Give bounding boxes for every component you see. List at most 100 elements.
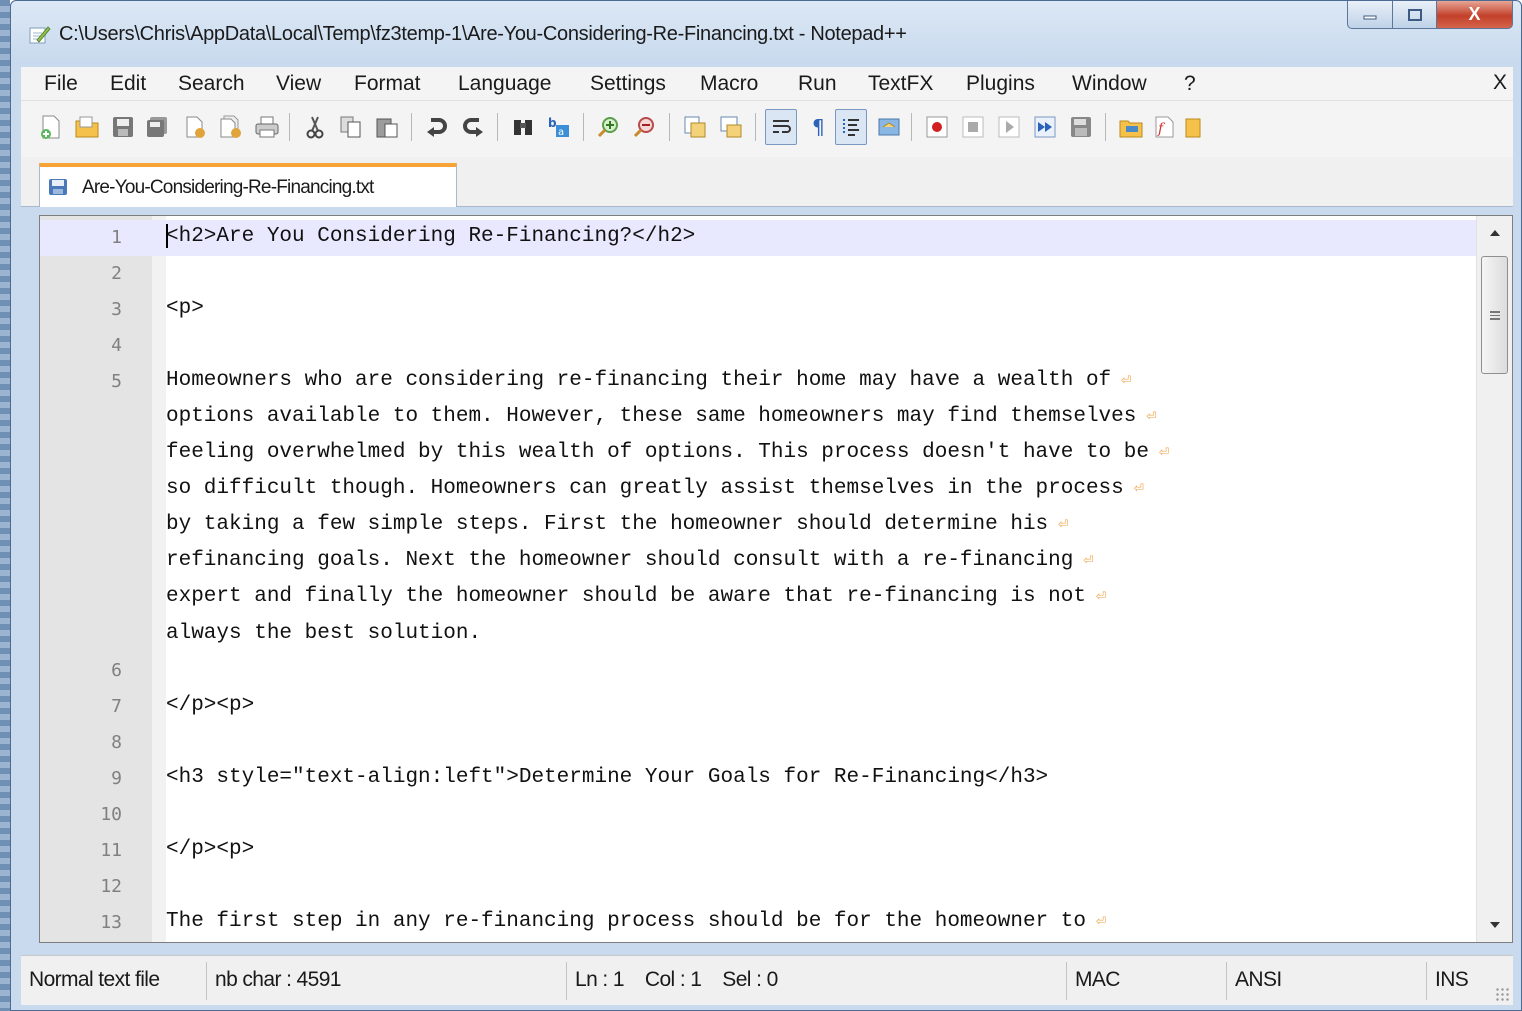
line-number: 6 xyxy=(111,659,122,681)
undo-button[interactable] xyxy=(421,109,453,145)
close-document-button[interactable]: X xyxy=(1493,71,1507,95)
resize-grip-icon[interactable] xyxy=(1495,987,1509,1001)
title-bar[interactable]: C:\Users\Chris\AppData\Local\Temp\fz3tem… xyxy=(11,1,1521,67)
code-line[interactable]: always the best solution. xyxy=(40,617,1476,653)
code-line[interactable]: 11 </p><p> xyxy=(40,833,1476,869)
zoom-out-button[interactable] xyxy=(629,109,661,145)
folder-as-workspace-button[interactable] xyxy=(1115,109,1147,145)
code-line[interactable]: 5 Homeowners who are considering re-finan… xyxy=(40,364,1476,400)
save-all-button[interactable] xyxy=(141,109,173,145)
menu-settings[interactable]: Settings xyxy=(587,71,669,97)
menu-plugins[interactable]: Plugins xyxy=(963,71,1038,97)
pilcrow-icon: ¶ xyxy=(812,116,825,138)
word-wrap-symbol-icon: ⏎ xyxy=(1121,372,1132,392)
line-content: </p><p> xyxy=(166,693,255,717)
more-tools-button[interactable] xyxy=(1183,109,1203,145)
user-defined-language-button[interactable] xyxy=(873,109,905,145)
code-line[interactable]: so difficult though. Homeowners can grea… xyxy=(40,472,1476,508)
menu-language[interactable]: Language xyxy=(455,71,554,97)
menu-run[interactable]: Run xyxy=(795,71,840,97)
window-title: C:\Users\Chris\AppData\Local\Temp\fz3tem… xyxy=(59,23,907,45)
code-line[interactable]: 2 xyxy=(40,256,1476,292)
save-all-icon xyxy=(147,117,167,137)
line-number: 1 xyxy=(111,227,122,248)
word-wrap-symbol-icon: ⏎ xyxy=(1158,444,1170,464)
code-line[interactable]: options available to them. However, thes… xyxy=(40,400,1476,436)
close-all-button[interactable] xyxy=(215,109,247,145)
indent-guide-button[interactable] xyxy=(835,109,867,145)
copy-button[interactable] xyxy=(335,109,367,145)
paste-button[interactable] xyxy=(371,109,403,145)
sync-vertical-scrolling-button[interactable] xyxy=(679,109,711,145)
cut-button[interactable] xyxy=(299,109,331,145)
tab-are-you-considering-re-financing[interactable]: Are-You-Considering-Re-Financing.txt xyxy=(39,163,457,207)
scrollbar-thumb[interactable] xyxy=(1481,256,1508,374)
scissors-icon xyxy=(306,116,324,139)
code-line[interactable]: feeling overwhelmed by this wealth of op… xyxy=(40,436,1476,472)
line-number: 13 xyxy=(100,911,122,933)
run-macro-multiple-times-button[interactable] xyxy=(1029,109,1061,145)
close-file-button[interactable] xyxy=(179,109,211,145)
zoom-in-button[interactable] xyxy=(593,109,625,145)
menu-textfx[interactable]: TextFX xyxy=(865,71,936,97)
code-line[interactable]: by taking a few simple steps. First the … xyxy=(40,508,1476,544)
save-macro-button[interactable] xyxy=(1065,109,1097,145)
code-line[interactable]: 13 The first step in any re-financing pro… xyxy=(40,905,1476,941)
text-editor[interactable]: 1 <h2>Are You Considering Re-Financing?</… xyxy=(39,215,1513,943)
printer-icon xyxy=(255,116,279,138)
line-text: by taking a few simple steps. First the … xyxy=(166,513,1068,536)
code-line[interactable]: 7 </p><p> xyxy=(40,689,1476,725)
code-lines[interactable]: 1 <h2>Are You Considering Re-Financing?</… xyxy=(40,220,1476,941)
playback-macro-button[interactable] xyxy=(993,109,1025,145)
close-window-button[interactable]: X xyxy=(1437,1,1513,29)
svg-text:a: a xyxy=(558,127,564,138)
line-number: 8 xyxy=(111,731,122,753)
close-file-icon xyxy=(186,116,205,138)
menu-file[interactable]: File xyxy=(41,71,81,97)
code-line[interactable]: 12 xyxy=(40,869,1476,905)
vertical-scrollbar[interactable] xyxy=(1476,216,1512,942)
code-line[interactable]: 9 <h3 style="text-align:left">Determine Y… xyxy=(40,761,1476,797)
menu-format[interactable]: Format xyxy=(351,71,424,97)
new-file-button[interactable] xyxy=(35,109,67,145)
scroll-down-button[interactable] xyxy=(1477,908,1512,942)
scroll-up-button[interactable] xyxy=(1477,216,1512,250)
print-button[interactable] xyxy=(251,109,283,145)
toolbar-separator xyxy=(911,113,912,141)
menu-edit[interactable]: Edit xyxy=(107,71,149,97)
replace-button[interactable]: ba xyxy=(543,109,575,145)
maximize-button[interactable] xyxy=(1393,1,1437,29)
code-line[interactable]: 3 <p> xyxy=(40,292,1476,328)
zoom-in-icon xyxy=(597,117,618,138)
open-file-button[interactable] xyxy=(71,109,103,145)
menu-search[interactable]: Search xyxy=(175,71,248,97)
record-icon xyxy=(926,116,948,138)
code-line[interactable]: 1 <h2>Are You Considering Re-Financing?</… xyxy=(40,220,1476,257)
function-list-button[interactable]: f xyxy=(1149,109,1181,145)
toolbar-separator xyxy=(583,113,584,141)
code-line[interactable]: refinancing goals. Next the homeowner sh… xyxy=(40,544,1476,580)
code-line[interactable]: 8 xyxy=(40,725,1476,761)
stop-recording-button[interactable] xyxy=(957,109,989,145)
record-macro-button[interactable] xyxy=(921,109,953,145)
sync-horizontal-scrolling-button[interactable] xyxy=(715,109,747,145)
save-button[interactable] xyxy=(107,109,139,145)
code-line[interactable]: 6 xyxy=(40,653,1476,689)
stop-icon xyxy=(962,116,984,138)
code-line[interactable]: 10 xyxy=(40,797,1476,833)
menu-view[interactable]: View xyxy=(273,71,324,97)
line-text: so difficult though. Homeowners can grea… xyxy=(166,477,1144,500)
saved-file-icon xyxy=(49,179,67,195)
menu-macro[interactable]: Macro xyxy=(697,71,761,97)
find-button[interactable] xyxy=(507,109,539,145)
word-wrap-button[interactable] xyxy=(765,109,797,145)
minimize-button[interactable] xyxy=(1347,1,1393,29)
menu-help[interactable]: ? xyxy=(1181,71,1199,97)
code-line[interactable]: 4 xyxy=(40,328,1476,364)
window-controls: X xyxy=(1347,1,1513,35)
line-content: <h3 style="text-align:left">Determine Yo… xyxy=(166,765,1049,789)
menu-window[interactable]: Window xyxy=(1069,71,1150,97)
show-all-characters-button[interactable]: ¶ xyxy=(803,109,835,145)
redo-button[interactable] xyxy=(457,109,489,145)
code-line[interactable]: expert and finally the homeowner should … xyxy=(40,580,1476,616)
